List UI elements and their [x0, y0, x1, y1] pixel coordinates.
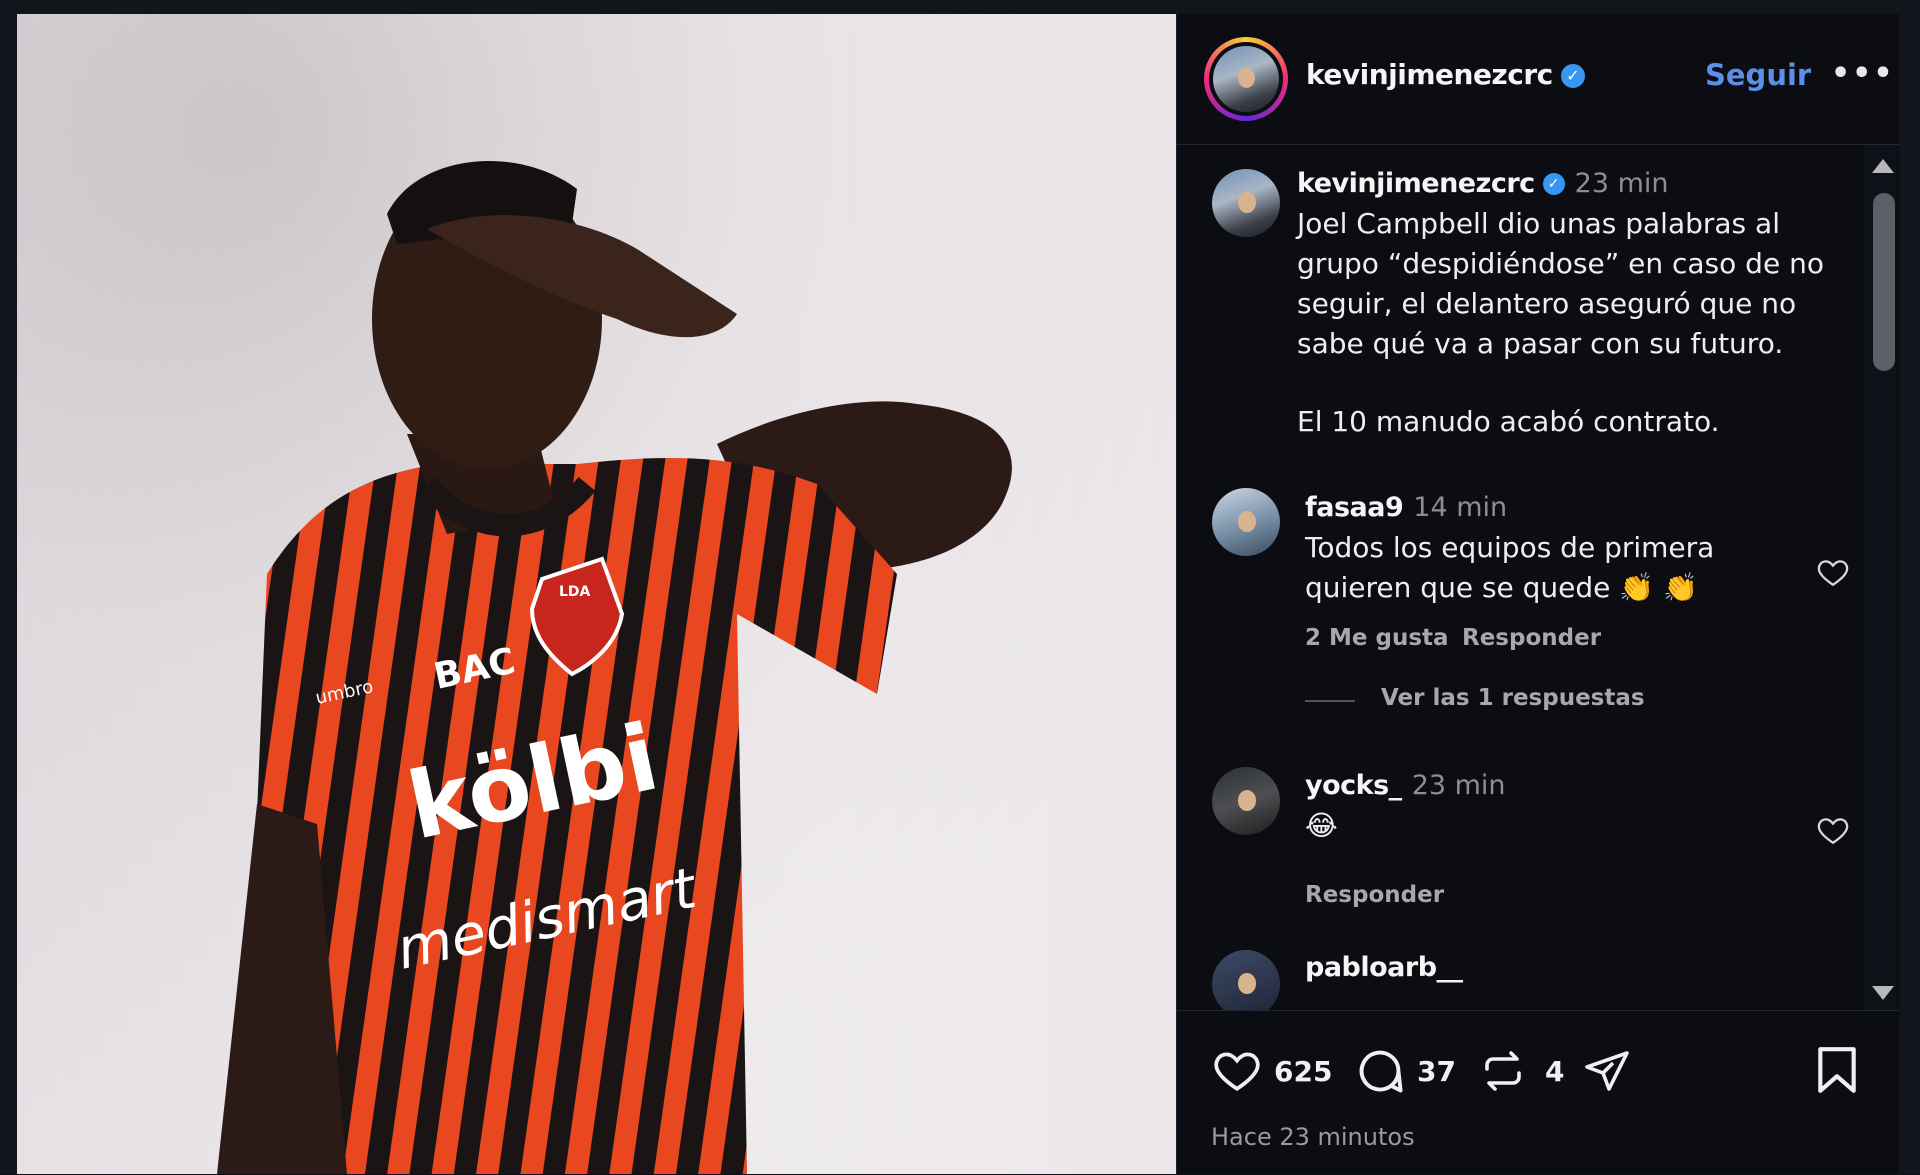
comment-likes[interactable]: 2 Me gusta	[1305, 625, 1449, 651]
caption: kevinjimenezcrc ✓ 23 min Joel Campbell dio…	[1297, 163, 1857, 442]
author-username[interactable]: kevinjimenezcrc ✓	[1306, 58, 1585, 91]
caption-line: grupo “despidiéndose” en caso de no	[1297, 247, 1824, 280]
comment-time: 23 min	[1411, 770, 1506, 801]
comment-username[interactable]: fasaa9	[1305, 492, 1404, 523]
caption-avatar[interactable]	[1212, 169, 1280, 237]
reply-button[interactable]: Responder	[1305, 882, 1444, 908]
reposts-count[interactable]: 4	[1545, 1055, 1564, 1088]
scroll-up-icon[interactable]	[1872, 159, 1894, 173]
comment-avatar[interactable]	[1212, 488, 1280, 556]
comments-scrollbar[interactable]	[1863, 145, 1897, 1010]
view-replies-button[interactable]: Ver las 1 respuestas	[1381, 685, 1645, 711]
comment-username[interactable]: yocks_	[1305, 770, 1402, 801]
more-icon[interactable]: •••	[1831, 56, 1895, 91]
scrollbar-thumb[interactable]	[1873, 193, 1895, 371]
crest-text: LDA	[559, 584, 591, 600]
reply-button[interactable]: Responder	[1462, 625, 1601, 651]
author-avatar-image	[1213, 46, 1279, 112]
comment-username[interactable]: pabloarb__	[1305, 952, 1463, 983]
comments-list[interactable]: kevinjimenezcrc ✓ 23 min Joel Campbell dio…	[1177, 145, 1867, 1010]
comment-item: pabloarb__	[1305, 947, 1805, 988]
comments-count[interactable]: 37	[1417, 1055, 1456, 1088]
post-photo[interactable]: LDA umbro BAC kölbi medismart	[17, 14, 1176, 1174]
heart-icon[interactable]	[1815, 555, 1851, 589]
post-actions: 625 37 4 Hace 23 minutos	[1177, 1010, 1899, 1175]
verified-icon: ✓	[1560, 64, 1585, 88]
caption-line: El 10 manudo acabó contrato.	[1297, 405, 1720, 438]
heart-icon[interactable]	[1815, 813, 1851, 847]
repost-icon[interactable]	[1479, 1047, 1527, 1095]
caption-line: Joel Campbell dio unas palabras al	[1297, 207, 1780, 240]
replies-divider	[1305, 700, 1355, 702]
follow-button[interactable]: Seguir	[1705, 58, 1811, 92]
likes-count[interactable]: 625	[1274, 1055, 1332, 1088]
comment-icon[interactable]	[1354, 1045, 1406, 1097]
app-frame: LDA umbro BAC kölbi medismart kevinjimen…	[0, 0, 1920, 1174]
caption-username[interactable]: kevinjimenezcrc	[1297, 168, 1535, 199]
share-icon[interactable]	[1582, 1047, 1632, 1095]
caption-time: 23 min	[1574, 168, 1669, 199]
comment-time: 14 min	[1413, 492, 1508, 523]
comment-line: 😂	[1305, 809, 1338, 842]
comment-line: quieren que se quede 👏 👏	[1305, 571, 1698, 604]
comment-item: yocks_ 23 min 😂	[1305, 765, 1805, 846]
heart-icon[interactable]	[1211, 1045, 1263, 1095]
comment-avatar[interactable]	[1212, 767, 1280, 835]
comment-line: Todos los equipos de primera	[1305, 531, 1715, 564]
comment-avatar[interactable]	[1212, 950, 1280, 1010]
author-avatar[interactable]	[1204, 37, 1288, 121]
post-header: kevinjimenezcrc ✓ Seguir •••	[1177, 14, 1899, 145]
caption-line: sabe qué va a pasar con su futuro.	[1297, 327, 1784, 360]
post-time-ago: Hace 23 minutos	[1211, 1123, 1415, 1151]
caption-line: seguir, el delantero aseguró que no	[1297, 287, 1797, 320]
post-side-panel: kevinjimenezcrc ✓ Seguir ••• kevinjimenez…	[1176, 14, 1899, 1174]
verified-icon: ✓	[1542, 173, 1565, 195]
comment-item: fasaa9 14 min Todos los equipos de primer…	[1305, 487, 1805, 608]
scroll-down-icon[interactable]	[1872, 986, 1894, 1000]
bookmark-icon[interactable]	[1815, 1045, 1859, 1095]
photo-illustration: LDA umbro BAC kölbi medismart	[17, 14, 1176, 1174]
